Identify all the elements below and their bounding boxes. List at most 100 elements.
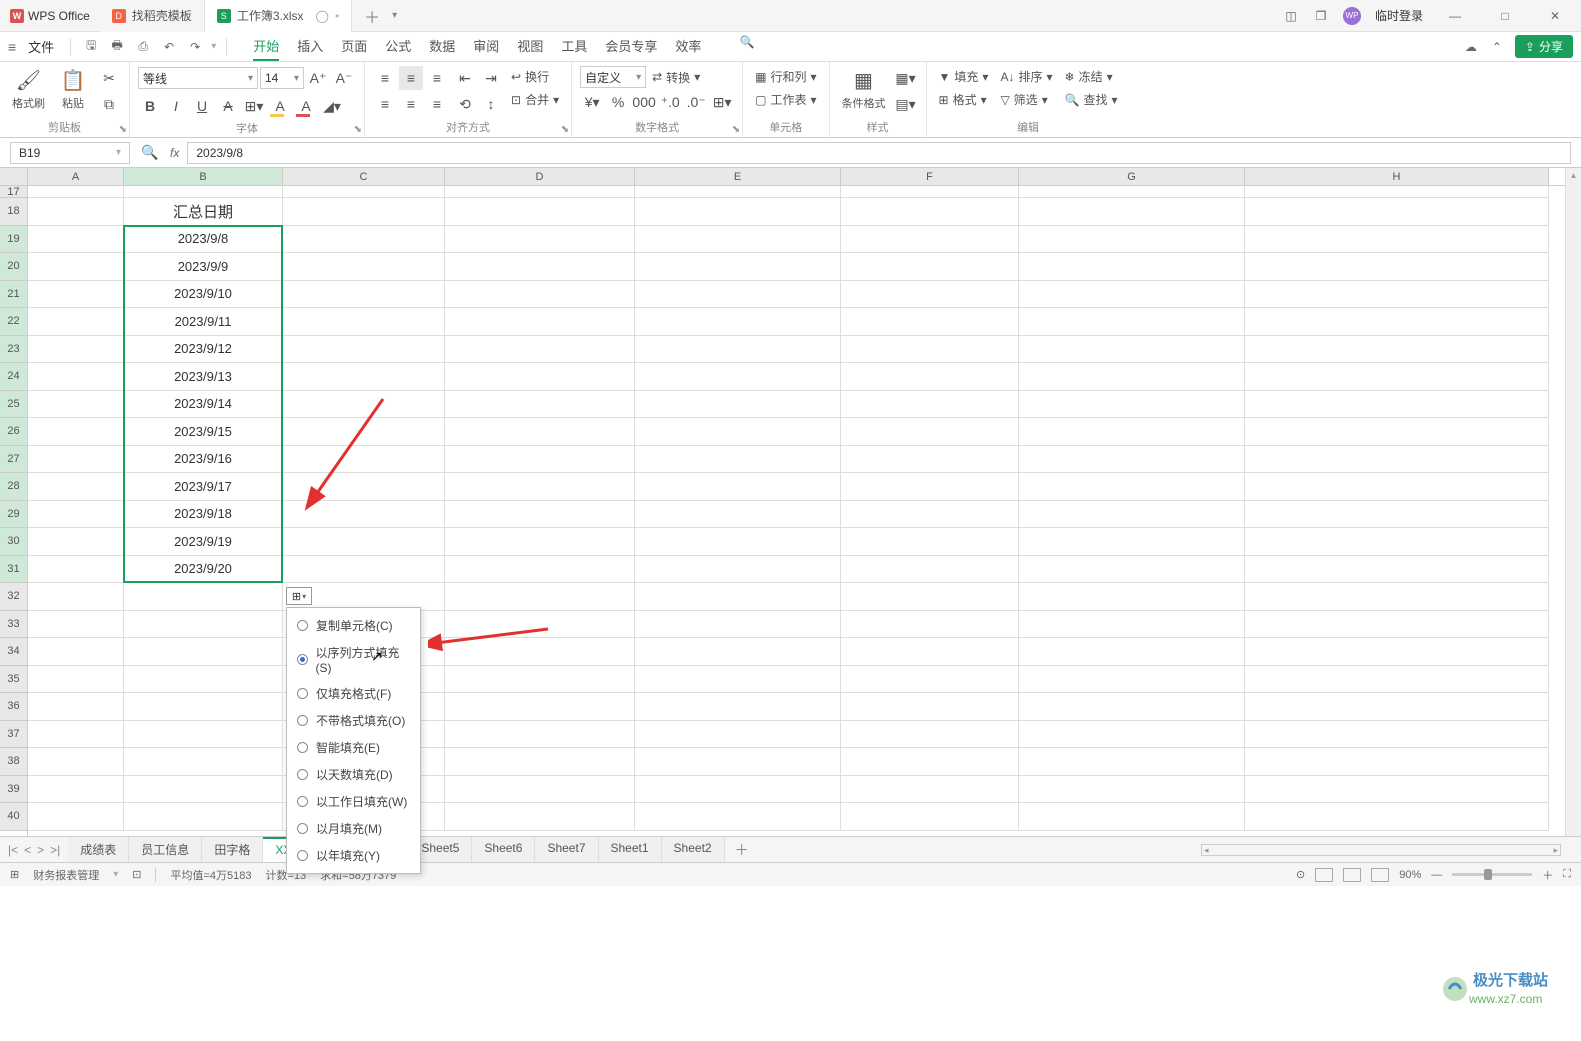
number-format-dropdown[interactable]: 自定义▾ [580, 66, 646, 88]
cell-G37[interactable] [1019, 721, 1245, 749]
cell-D24[interactable] [445, 363, 635, 391]
cell-G28[interactable] [1019, 473, 1245, 501]
cell-H37[interactable] [1245, 721, 1549, 749]
cell-D34[interactable] [445, 638, 635, 666]
wrap-text-button[interactable]: ↩换行 [507, 66, 563, 87]
row-header-37[interactable]: 37 [0, 721, 27, 749]
cell-C20[interactable] [283, 253, 445, 281]
cell-E25[interactable] [635, 391, 841, 419]
cell-A18[interactable] [28, 198, 124, 226]
cell-E30[interactable] [635, 528, 841, 556]
cell-D23[interactable] [445, 336, 635, 364]
cell-D22[interactable] [445, 308, 635, 336]
cell-A21[interactable] [28, 281, 124, 309]
sheet-tab-8[interactable]: Sheet1 [599, 837, 662, 862]
login-text[interactable]: 临时登录 [1375, 7, 1423, 24]
row-header-35[interactable]: 35 [0, 666, 27, 694]
dec-decimal-icon[interactable]: .0⁻ [684, 90, 708, 114]
decrease-font-icon[interactable]: A⁻ [332, 66, 356, 90]
new-tab-button[interactable]: ＋ [352, 4, 392, 28]
cell-F17[interactable] [841, 186, 1019, 198]
cell-D21[interactable] [445, 281, 635, 309]
row-header-32[interactable]: 32 [0, 583, 27, 611]
cell-E23[interactable] [635, 336, 841, 364]
row-header-20[interactable]: 20 [0, 253, 27, 281]
row-header-33[interactable]: 33 [0, 611, 27, 639]
cell-H31[interactable] [1245, 556, 1549, 584]
underline-icon[interactable]: U [190, 94, 214, 118]
autofill-option-5[interactable]: 以天数填充(D) [287, 761, 420, 788]
fx-zoom-icon[interactable]: 🔍 [138, 141, 162, 165]
cell-F25[interactable] [841, 391, 1019, 419]
cell-D29[interactable] [445, 501, 635, 529]
border-icon[interactable]: ⊞▾ [242, 94, 266, 118]
tab-workbook[interactable]: S 工作簿3.xlsx ◯ • [205, 0, 352, 32]
cell-E26[interactable] [635, 418, 841, 446]
cell-G20[interactable] [1019, 253, 1245, 281]
cell-B39[interactable] [124, 776, 283, 804]
cell-F18[interactable] [841, 198, 1019, 226]
cell-A28[interactable] [28, 473, 124, 501]
cell-C28[interactable] [283, 473, 445, 501]
cell-D19[interactable] [445, 226, 635, 254]
sheet-tab-0[interactable]: 成绩表 [68, 837, 129, 862]
cell-G22[interactable] [1019, 308, 1245, 336]
font-name-dropdown[interactable]: 等线▾ [138, 67, 258, 89]
cell-B17[interactable] [124, 186, 283, 198]
tab-start[interactable]: 开始 [253, 32, 279, 61]
search-icon[interactable]: 🔍 [737, 32, 757, 52]
cell-A34[interactable] [28, 638, 124, 666]
cell-F36[interactable] [841, 693, 1019, 721]
cell-A29[interactable] [28, 501, 124, 529]
cell-D26[interactable] [445, 418, 635, 446]
inc-decimal-icon[interactable]: ⁺.0 [658, 90, 682, 114]
cell-header[interactable]: 汇总日期 [124, 198, 283, 226]
cell-B31[interactable]: 2023/9/20 [124, 556, 283, 584]
cell-B33[interactable] [124, 611, 283, 639]
cloud-icon[interactable]: ☁ [1463, 39, 1479, 55]
merge-button[interactable]: ⊡合并▾ [507, 89, 563, 110]
rowcol-button[interactable]: ▦行和列▾ [751, 66, 820, 87]
cell-G35[interactable] [1019, 666, 1245, 694]
cell-D36[interactable] [445, 693, 635, 721]
cell-G30[interactable] [1019, 528, 1245, 556]
cell-C21[interactable] [283, 281, 445, 309]
cell-A38[interactable] [28, 748, 124, 776]
redo-icon[interactable]: ↷ [185, 37, 205, 57]
sort-button[interactable]: A↓排序▾ [996, 66, 1056, 87]
add-sheet-button[interactable]: ＋ [725, 840, 759, 860]
font-size-dropdown[interactable]: 14▾ [260, 67, 304, 89]
cell-H20[interactable] [1245, 253, 1549, 281]
cell-F24[interactable] [841, 363, 1019, 391]
row-header-36[interactable]: 36 [0, 693, 27, 721]
file-menu[interactable]: 文件 [22, 35, 60, 58]
cell-H32[interactable] [1245, 583, 1549, 611]
status-doc-icon[interactable]: ⊞ [10, 868, 19, 881]
decrease-indent-icon[interactable]: ⇤ [453, 66, 477, 90]
num-type-icon[interactable]: ⊞▾ [710, 90, 734, 114]
cell-E24[interactable] [635, 363, 841, 391]
autofill-options-button[interactable]: ⊞▾ [286, 587, 312, 605]
tab-tools[interactable]: 工具 [561, 32, 587, 61]
currency-icon[interactable]: ¥▾ [580, 90, 604, 114]
copy-icon[interactable]: ⧉ [97, 92, 121, 116]
cell-C22[interactable] [283, 308, 445, 336]
vertical-scrollbar[interactable]: ▴ [1565, 168, 1581, 836]
autofill-option-4[interactable]: 智能填充(E) [287, 734, 420, 761]
row-header-17[interactable]: 17 [0, 186, 27, 198]
cell-F35[interactable] [841, 666, 1019, 694]
bold-icon[interactable]: B [138, 94, 162, 118]
align-bottom-icon[interactable]: ≡ [425, 66, 449, 90]
cell-A31[interactable] [28, 556, 124, 584]
cell-D18[interactable] [445, 198, 635, 226]
tab-member[interactable]: 会员专享 [605, 32, 657, 61]
row-header-18[interactable]: 18 [0, 198, 27, 226]
cell-F29[interactable] [841, 501, 1019, 529]
sheet-first-icon[interactable]: |< [8, 843, 18, 857]
align-middle-icon[interactable]: ≡ [399, 66, 423, 90]
cell-F23[interactable] [841, 336, 1019, 364]
cell-style-icon[interactable]: ▤▾ [894, 92, 918, 116]
cell-H38[interactable] [1245, 748, 1549, 776]
increase-font-icon[interactable]: A⁺ [306, 66, 330, 90]
cell-A23[interactable] [28, 336, 124, 364]
